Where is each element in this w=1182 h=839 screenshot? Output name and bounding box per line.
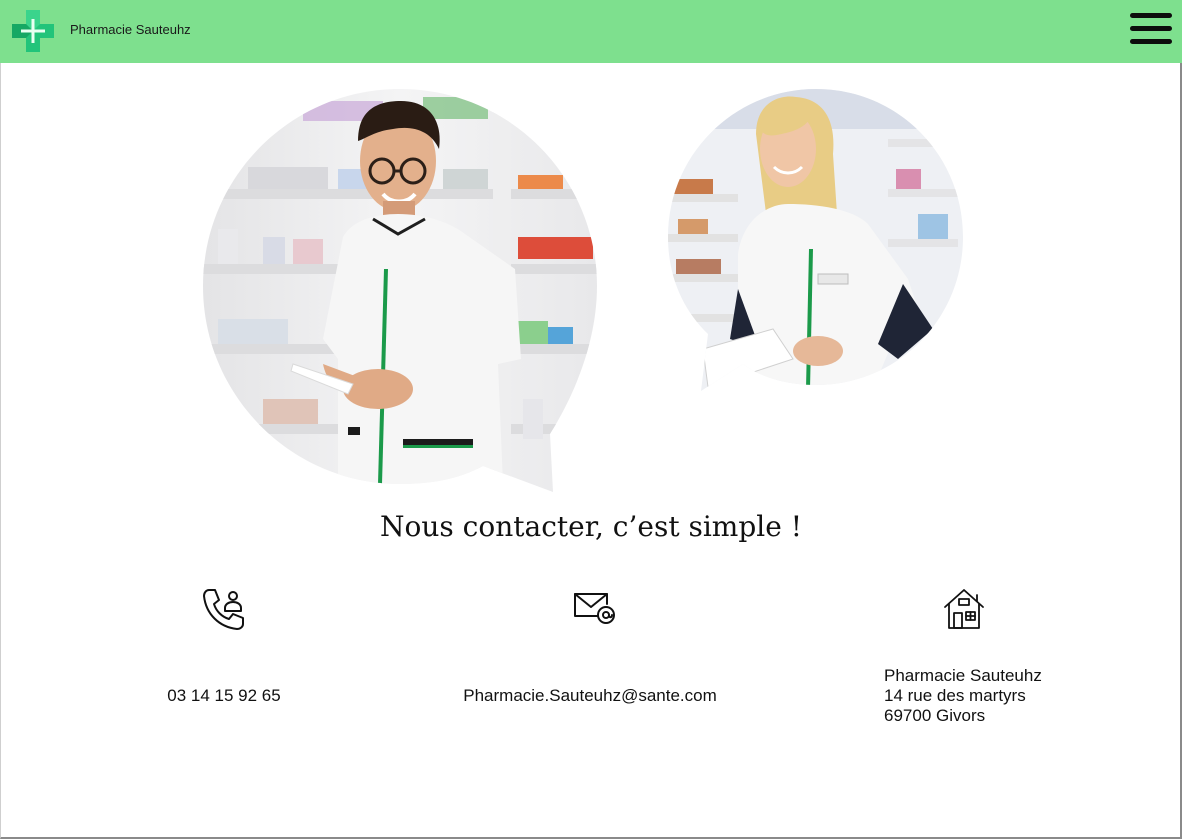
top-bar: Pharmacie Sauteuhz [0,0,1182,63]
phone-number[interactable]: 03 14 15 92 65 [124,686,324,706]
pharmacist-woman-photo [668,89,964,393]
brand-name[interactable]: Pharmacie Sauteuhz [70,22,191,37]
phone-icon[interactable] [201,586,247,632]
pharmacy-cross-icon[interactable] [12,10,54,52]
address-line-street: 14 rue des martyrs [884,686,1026,705]
address-line-name: Pharmacie Sauteuhz [884,666,1042,685]
address-line-city: 69700 Givors [884,706,986,725]
email-address[interactable]: Pharmacie.Sauteuhz@sante.com [430,686,750,706]
address-block: Pharmacie Sauteuhz 14 rue des martyrs 69… [884,666,1124,726]
page-title: Nous contacter, c’est simple ! [380,510,802,543]
pharmacist-man-photo [203,89,598,494]
hamburger-menu-icon[interactable] [1130,13,1174,49]
house-icon[interactable] [941,586,987,632]
email-icon[interactable] [571,586,617,632]
